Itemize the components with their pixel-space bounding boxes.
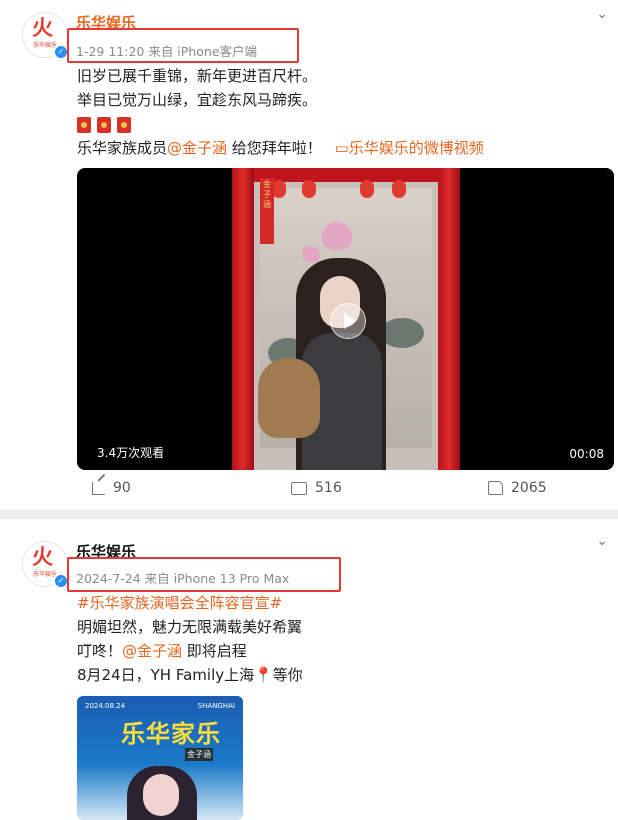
text-segment: 即将启程 — [182, 642, 247, 660]
video-duration: 00:08 — [569, 447, 604, 461]
video-player[interactable]: 金子涵 3.4万次观看 00:08 — [77, 168, 614, 470]
video-link-label: 乐华娱乐的微博视频 — [348, 139, 484, 157]
video-link[interactable]: ▭乐华娱乐的微博视频 — [335, 139, 484, 157]
video-camera-icon: ▭ — [334, 139, 349, 157]
name-banner: 金子涵 — [260, 178, 274, 244]
post-text-line: 旧岁已展千重锦，新年更进百尺杆。 — [77, 67, 318, 85]
chevron-down-icon[interactable]: ⌄ — [596, 533, 608, 549]
brand-logo-icon: 火 — [32, 16, 53, 40]
thumbs-up-icon — [488, 481, 503, 495]
poster-date: 2024.08.24 — [85, 702, 126, 710]
poster-name: 金子涵 — [185, 748, 213, 761]
red-envelope-icon — [97, 117, 111, 133]
post-text-line: 明媚坦然，魅力无限满载美好希翼 — [77, 618, 303, 636]
mention-link[interactable]: @金子涵 — [122, 642, 182, 660]
mention-link[interactable]: @金子涵 — [167, 139, 227, 157]
emoji-row — [77, 114, 137, 138]
post-text-line: 乐华家族成员@金子涵 给您拜年啦！ ▭乐华娱乐的微博视频 — [77, 136, 484, 160]
poster-title: 乐华家乐 — [121, 720, 221, 748]
post-text-line: 8月24日，YH Family上海📍等你 — [77, 663, 303, 687]
text-segment: 叮咚！ — [77, 642, 123, 660]
chevron-down-icon[interactable]: ⌄ — [596, 6, 608, 22]
post-divider — [0, 510, 618, 519]
share-icon — [92, 481, 105, 495]
comment-count: 516 — [315, 480, 342, 496]
comment-button[interactable]: 516 — [291, 480, 342, 496]
text-segment: 给您拜年啦！ — [227, 139, 322, 157]
view-count: 3.4万次观看 — [97, 446, 165, 460]
highlight-box — [67, 28, 299, 63]
text-segment: 乐华家族成员 — [77, 139, 168, 157]
text-segment: 8月24日，YH Family上海 — [77, 666, 255, 684]
action-bar: 90 516 2065 — [0, 480, 618, 502]
hashtag-link[interactable]: #乐华家族演唱会全阵容官宣# — [77, 591, 282, 615]
red-envelope-icon — [117, 117, 131, 133]
dog — [258, 358, 320, 438]
weibo-post: 火 乐华娱乐 ✓ 乐华娱乐 ⌄ 1-29 11:20 来自 iPhone客户端 … — [0, 0, 618, 510]
post-text-line: 叮咚！@金子涵 即将启程 — [77, 639, 247, 663]
poster-city: SHANGHAI — [197, 702, 235, 710]
event-poster-image[interactable]: 2024.08.24 SHANGHAI 乐华家乐 金子涵 — [77, 696, 243, 820]
location-pin-icon: 📍 — [254, 666, 273, 684]
brand-logo-icon: 火 — [32, 545, 53, 569]
text-segment: 等你 — [272, 666, 303, 684]
comment-icon — [291, 481, 307, 495]
share-count: 90 — [113, 480, 131, 496]
highlight-box — [67, 557, 341, 592]
like-button[interactable]: 2065 — [488, 480, 547, 496]
play-icon[interactable] — [330, 303, 366, 339]
red-envelope-icon — [77, 117, 91, 133]
post-text-line: 举目已觉万山绿，宜趁东风马蹄疾。 — [77, 91, 318, 109]
like-count: 2065 — [511, 480, 547, 496]
share-button[interactable]: 90 — [92, 480, 131, 496]
